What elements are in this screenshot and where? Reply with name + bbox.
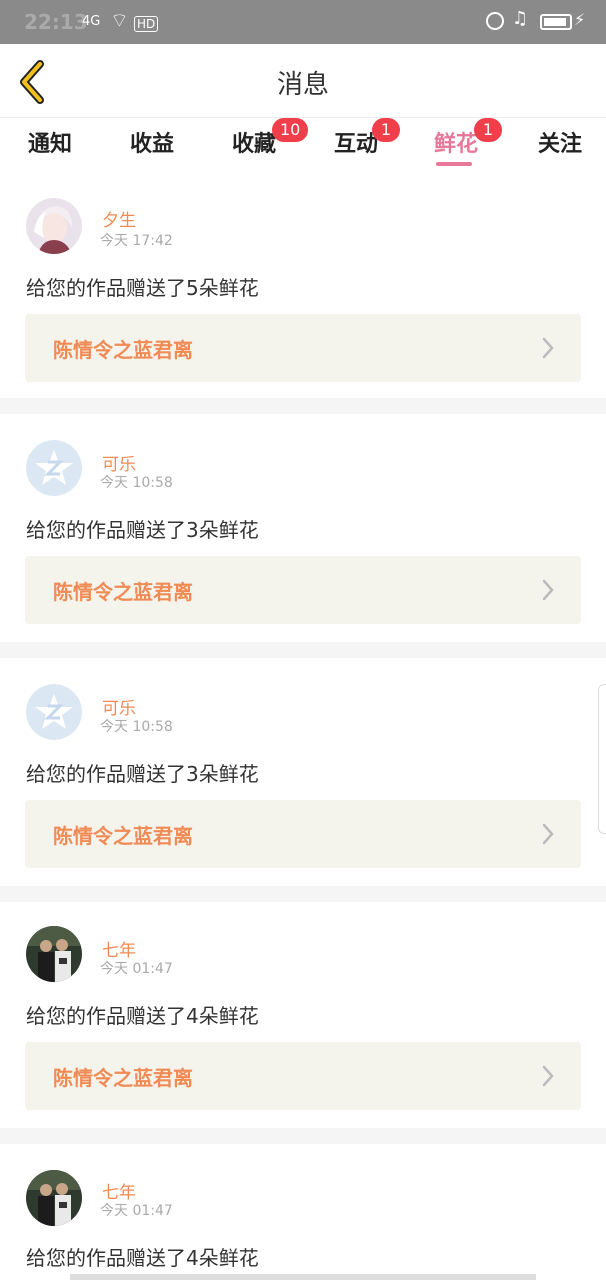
message-time: 今天 01:47 (100, 1203, 173, 1219)
headphone-icon: ♫ (512, 8, 529, 29)
unread-badge: 1 (372, 118, 400, 142)
message-time: 今天 17:42 (100, 233, 173, 249)
message-time: 今天 10:58 (100, 475, 173, 491)
qq-default-avatar-icon (26, 684, 82, 740)
home-indicator-bar[interactable] (70, 1274, 536, 1280)
tab-label: 关注 (538, 132, 583, 157)
work-title: 陈情令之蓝君离 (53, 1066, 193, 1090)
tab-favorites[interactable]: 收藏 10 (232, 118, 309, 158)
tab-following[interactable]: 关注 (538, 126, 582, 158)
tab-earnings[interactable]: 收益 (130, 126, 174, 158)
avatar[interactable] (26, 684, 82, 740)
qq-default-avatar-icon (26, 440, 82, 496)
tab-label: 鲜花 (434, 132, 479, 157)
chevron-right-icon (542, 823, 554, 845)
scroll-indicator (598, 684, 606, 834)
work-link[interactable]: 陈情令之蓝君离 (25, 314, 581, 382)
hd-icon: HD (134, 16, 159, 32)
tab-label: 收益 (130, 132, 175, 157)
page-title: 消息 (276, 70, 329, 100)
tab-interactions[interactable]: 互动 1 (334, 118, 400, 158)
photo-avatar-icon (26, 926, 82, 982)
message-card: 七年 今天 01:47 给您的作品赠送了4朵鲜花 陈情令之蓝君离 (0, 902, 606, 1128)
battery-icon (540, 14, 572, 30)
divider (0, 1128, 606, 1144)
divider (0, 886, 606, 902)
work-link[interactable]: 陈情令之蓝君离 (25, 1042, 581, 1110)
work-link[interactable]: 陈情令之蓝君离 (25, 800, 581, 868)
signal-icon: 4G (82, 14, 101, 29)
message-time: 今天 10:58 (100, 719, 173, 735)
message-text: 给您的作品赠送了3朵鲜花 (26, 762, 259, 786)
tab-label: 通知 (28, 132, 73, 157)
tab-notifications[interactable]: 通知 (28, 126, 72, 158)
status-bar: 22:13 4G ⌔ HD ♫ ⚡ (0, 0, 606, 44)
rotation-lock-icon (486, 12, 504, 30)
message-text: 给您的作品赠送了4朵鲜花 (26, 1004, 259, 1028)
anime-avatar-icon (26, 198, 82, 254)
avatar[interactable] (26, 440, 82, 496)
header: 消息 (0, 44, 606, 118)
tab-bar: 通知 收益 收藏 10 互动 1 鲜花 1 关注 (0, 118, 606, 166)
work-title: 陈情令之蓝君离 (53, 580, 193, 604)
chevron-right-icon (542, 579, 554, 601)
avatar[interactable] (26, 926, 82, 982)
work-link[interactable]: 陈情令之蓝君离 (25, 556, 581, 624)
tab-label: 收藏 (232, 132, 277, 157)
tab-label: 互动 (334, 132, 379, 157)
message-text: 给您的作品赠送了5朵鲜花 (26, 276, 259, 300)
status-time: 22:13 (24, 10, 88, 34)
work-title: 陈情令之蓝君离 (53, 824, 193, 848)
message-card: 七年 今天 01:47 给您的作品赠送了4朵鲜花 (0, 1144, 606, 1280)
charging-icon: ⚡ (574, 10, 586, 29)
message-card: 可乐 今天 10:58 给您的作品赠送了3朵鲜花 陈情令之蓝君离 (0, 658, 606, 886)
unread-badge: 10 (272, 118, 309, 142)
photo-avatar-icon (26, 1170, 82, 1226)
message-text: 给您的作品赠送了3朵鲜花 (26, 518, 259, 542)
wifi-icon: ⌔ (110, 8, 129, 32)
message-card: 夕生 今天 17:42 给您的作品赠送了5朵鲜花 陈情令之蓝君离 (0, 166, 606, 398)
avatar[interactable] (26, 1170, 82, 1226)
chevron-right-icon (542, 1065, 554, 1087)
message-card: 可乐 今天 10:58 给您的作品赠送了3朵鲜花 陈情令之蓝君离 (0, 414, 606, 642)
divider (0, 642, 606, 658)
divider (0, 398, 606, 414)
unread-badge: 1 (474, 118, 502, 142)
tab-flowers[interactable]: 鲜花 1 (434, 118, 502, 166)
message-text: 给您的作品赠送了4朵鲜花 (26, 1246, 259, 1270)
work-title: 陈情令之蓝君离 (53, 338, 193, 362)
message-time: 今天 01:47 (100, 961, 173, 977)
chevron-right-icon (542, 337, 554, 359)
avatar[interactable] (26, 198, 82, 254)
sender-name: 夕生 (102, 211, 136, 231)
